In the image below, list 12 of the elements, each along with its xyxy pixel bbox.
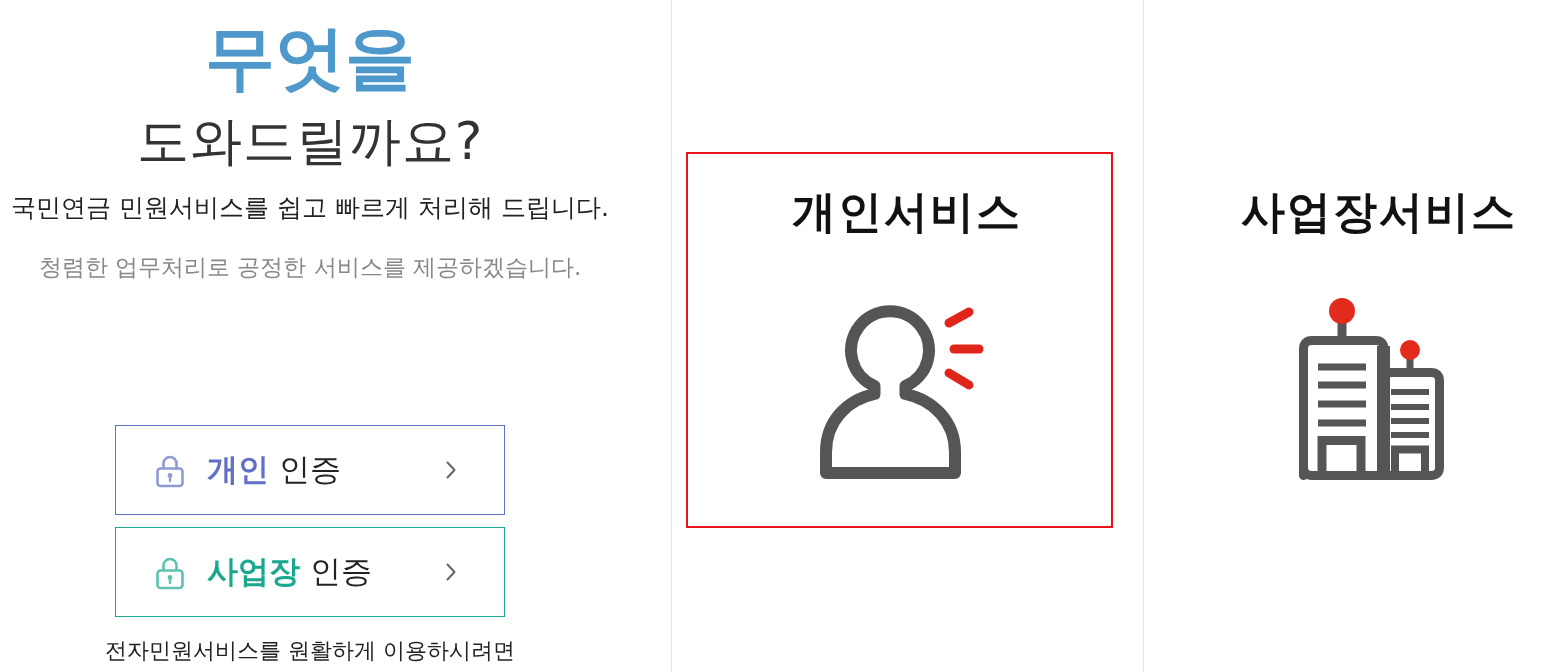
service-card[interactable]: 개인서비스 [686, 152, 1113, 528]
heading-title: 도와드릴까요? [136, 111, 484, 171]
auth-button[interactable]: 사업장 인증 [115, 527, 505, 617]
chevron-right-icon [446, 461, 456, 479]
intro-text: 국민연금 민원서비스를 쉽고 빠르게 처리해 드립니다. [11, 193, 609, 223]
service-card[interactable]: 사업장서비스 [1158, 152, 1549, 528]
buildings-icon [1296, 297, 1447, 481]
notice-text: 전자민원서비스를 원활하게 이용하시려면 [105, 637, 515, 665]
heading-highlight: 무엇을 [205, 18, 415, 98]
motto-text: 청렴한 업무처리로 공정한 서비스를 제공하겠습니다. [38, 253, 582, 282]
chevron-right-icon [446, 563, 456, 581]
auth-button[interactable]: 개인 인증 [115, 425, 505, 515]
